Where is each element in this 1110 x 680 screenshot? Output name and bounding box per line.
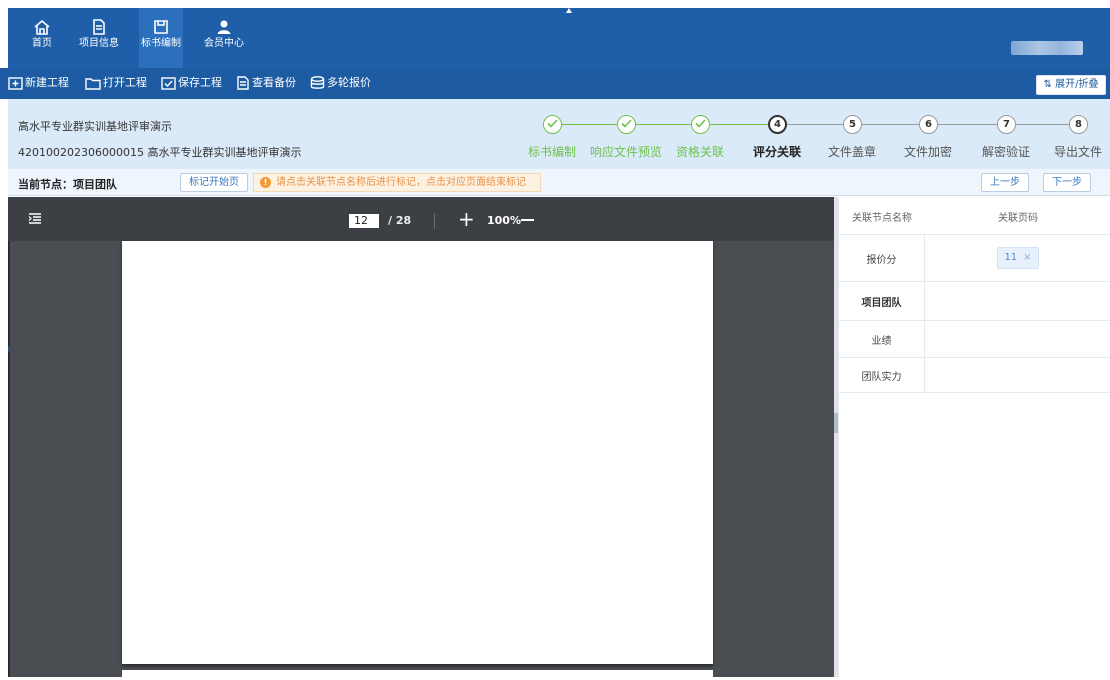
side-marker	[8, 346, 10, 352]
association-table: 关联节点名称 关联页码 报价分 11 × 项目团队 业绩 团队实力	[838, 197, 1110, 677]
node-bar: 当前节点：项目团队 标记开始页 ! 请点击关联节点名称后进行标记，点击对应页面结…	[8, 169, 1110, 196]
prev-step-button[interactable]: 上一步	[981, 173, 1029, 192]
step-7-label[interactable]: 解密验证	[982, 143, 1030, 160]
step-1-label[interactable]: 标书编制	[528, 143, 576, 160]
step-8-circle[interactable]: 8	[1069, 115, 1088, 134]
check-icon	[621, 119, 632, 128]
viewer-toolbar: 12 / 28 + 100%	[8, 197, 834, 241]
pdf-viewer[interactable]: 12 / 28 + 100%	[8, 197, 834, 680]
row-node-name[interactable]: 团队实力	[839, 358, 925, 392]
step-2-circle[interactable]	[617, 115, 636, 134]
open-project-button[interactable]: 打开工程	[85, 75, 147, 91]
page-tag[interactable]: 11 ×	[997, 247, 1039, 269]
save-project-button[interactable]: 保存工程	[161, 75, 222, 91]
warning-icon: !	[260, 177, 271, 188]
expand-arrows-icon: ⇅	[1043, 79, 1056, 90]
user-account-blurred[interactable]	[1011, 41, 1083, 55]
expand-collapse-label: 展开/折叠	[1055, 79, 1099, 90]
header-page-number: 关联页码	[998, 213, 1038, 224]
user-icon	[217, 20, 231, 34]
outline-toggle-icon[interactable]	[28, 213, 42, 225]
table-row[interactable]: 报价分 11 ×	[839, 235, 1110, 282]
document-icon	[93, 19, 105, 35]
zoom-in-icon[interactable]: +	[458, 207, 475, 231]
row-node-name[interactable]: 报价分	[839, 235, 925, 281]
document-lines-icon	[237, 76, 249, 90]
page-tag-value: 11	[1004, 252, 1018, 263]
view-backup-label: 查看备份	[252, 76, 296, 89]
multi-quote-label: 多轮报价	[327, 76, 371, 89]
nav-bid-editing-label: 标书编制	[141, 38, 181, 49]
current-node-label: 当前节点：项目团队	[18, 178, 117, 191]
step-7-circle[interactable]: 7	[997, 115, 1016, 134]
table-row[interactable]: 业绩	[839, 321, 1110, 358]
check-icon	[695, 119, 706, 128]
step-4-label[interactable]: 评分关联	[753, 143, 801, 160]
save-project-label: 保存工程	[178, 76, 222, 89]
multi-quote-button[interactable]: 多轮报价	[310, 75, 371, 91]
step-6-circle[interactable]: 6	[919, 115, 938, 134]
check-icon	[547, 119, 558, 128]
pdf-next-page[interactable]	[122, 670, 713, 680]
row-node-name[interactable]: 项目团队	[839, 282, 925, 320]
step-1-circle[interactable]	[543, 115, 562, 134]
step-connector	[862, 124, 919, 125]
page-number-input[interactable]: 12	[349, 214, 379, 228]
nav-project-info[interactable]: 项目信息	[77, 8, 121, 68]
save-icon	[154, 20, 168, 34]
step-8-label[interactable]: 导出文件	[1054, 143, 1102, 160]
folder-icon	[85, 77, 101, 90]
nav-caret-icon	[566, 8, 572, 13]
mark-start-page-button[interactable]: 标记开始页	[180, 173, 248, 192]
table-row[interactable]: 团队实力	[839, 358, 1110, 393]
header-node-name: 关联节点名称	[852, 213, 912, 224]
nav-member-center[interactable]: 会员中心	[202, 8, 246, 68]
step-4-circle[interactable]: 4	[768, 115, 787, 134]
nav-bid-editing[interactable]: 标书编制	[139, 8, 183, 68]
step-connector	[636, 124, 691, 125]
remove-tag-icon[interactable]: ×	[1023, 252, 1031, 263]
open-project-label: 打开工程	[103, 76, 147, 89]
step-6-label[interactable]: 文件加密	[904, 143, 952, 160]
nav-project-info-label: 项目信息	[79, 38, 119, 49]
project-name: 高水平专业群实训基地评审演示	[18, 120, 172, 133]
expand-collapse-button[interactable]: ⇅ 展开/折叠	[1036, 75, 1106, 95]
nav-member-center-label: 会员中心	[204, 38, 244, 49]
new-project-label: 新建工程	[25, 76, 69, 89]
toolbar-divider	[434, 213, 435, 229]
pdf-page[interactable]	[122, 241, 713, 664]
step-5-label[interactable]: 文件盖章	[828, 143, 876, 160]
nav-home[interactable]: 首页	[22, 8, 62, 68]
new-project-button[interactable]: 新建工程	[8, 75, 69, 91]
row-node-name[interactable]: 业绩	[839, 321, 925, 357]
step-2-label[interactable]: 响应文件预览	[590, 143, 662, 160]
check-box-icon	[161, 76, 176, 90]
step-3-circle[interactable]	[691, 115, 710, 134]
top-nav: 首页 项目信息 标书编制 会员中心	[8, 8, 1110, 68]
step-5-circle[interactable]: 5	[843, 115, 862, 134]
zoom-out-icon[interactable]	[521, 219, 534, 221]
view-backup-button[interactable]: 查看备份	[236, 75, 296, 91]
step-connector	[938, 124, 997, 125]
viewer-left-edge	[8, 241, 10, 677]
step-connector	[710, 124, 768, 125]
project-code-name: 420100202306000015 高水平专业群实训基地评审演示	[18, 146, 302, 159]
table-header: 关联节点名称 关联页码	[839, 197, 1110, 235]
table-row[interactable]: 项目团队	[839, 282, 1110, 321]
step-connector	[787, 124, 843, 125]
page-total: / 28	[388, 214, 412, 227]
step-3-label[interactable]: 资格关联	[676, 143, 724, 160]
nav-home-label: 首页	[32, 38, 52, 49]
zoom-level: 100%	[487, 214, 521, 227]
database-icon	[310, 76, 325, 89]
new-file-icon	[8, 76, 23, 90]
next-step-button[interactable]: 下一步	[1043, 173, 1091, 192]
hint-text: 请点击关联节点名称后进行标记，点击对应页面结束标记	[276, 177, 526, 188]
step-connector	[1016, 124, 1069, 125]
home-icon	[34, 19, 50, 35]
hint-message: ! 请点击关联节点名称后进行标记，点击对应页面结束标记	[253, 173, 541, 192]
step-connector	[562, 124, 617, 125]
